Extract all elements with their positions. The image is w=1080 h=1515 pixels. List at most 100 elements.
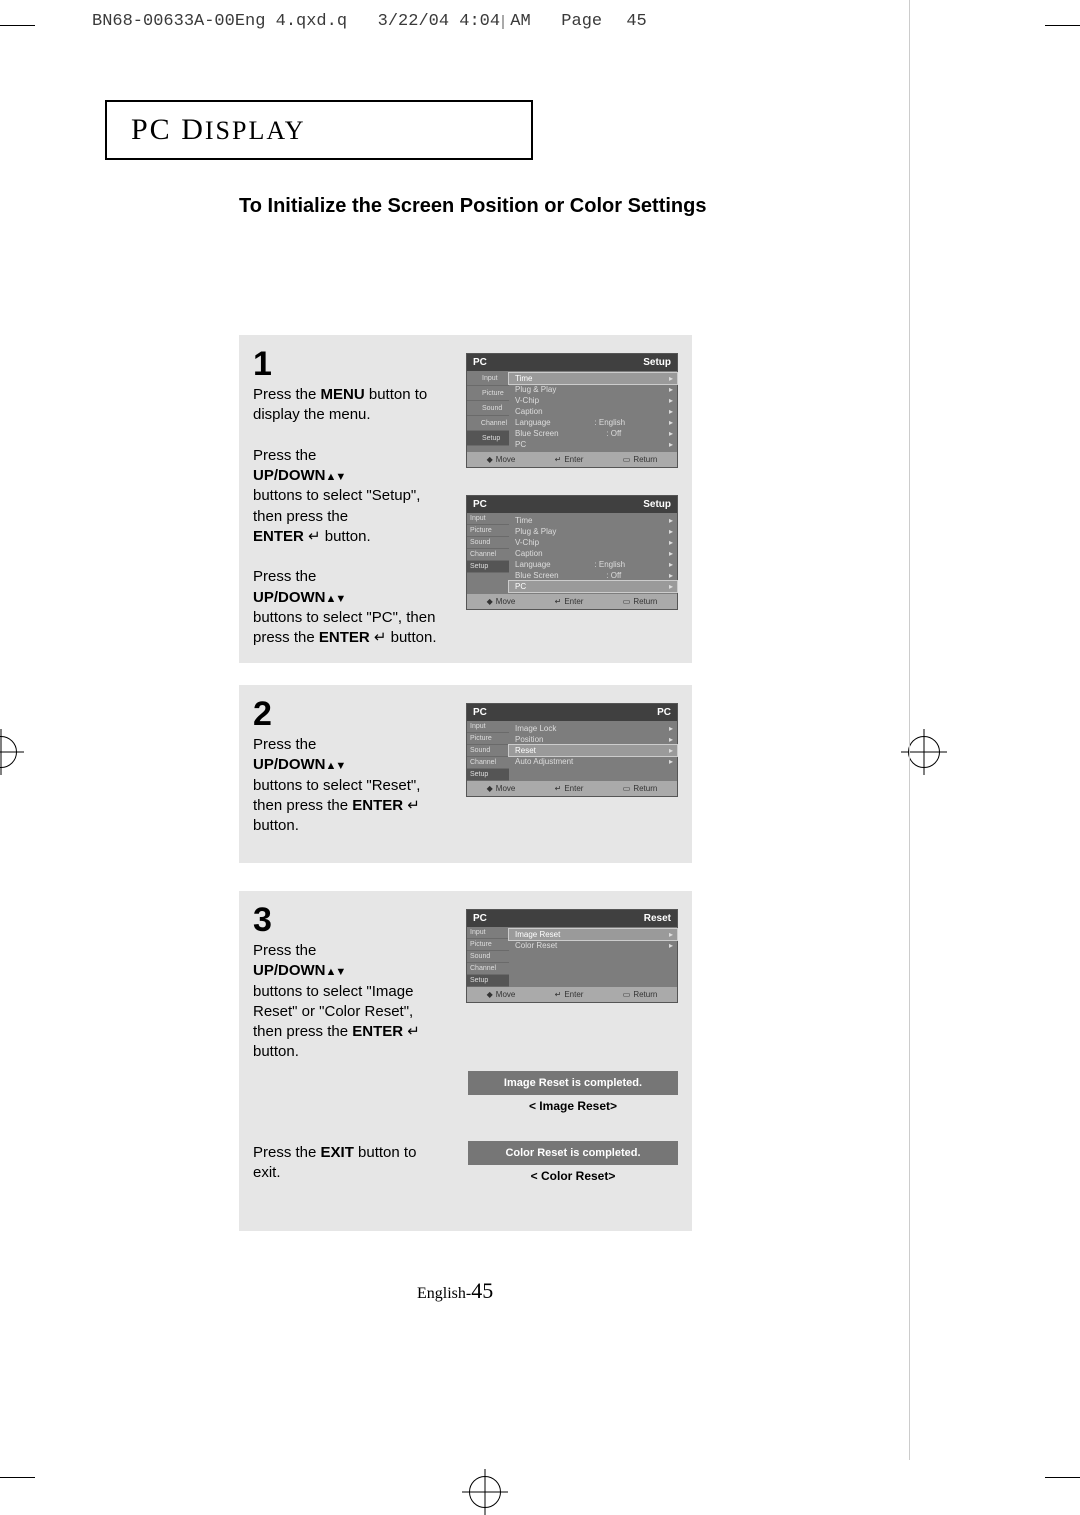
section-title-box: PC DISPLAY	[105, 100, 533, 160]
move-icon: ◆	[487, 455, 493, 464]
enter-icon: ↵	[403, 1023, 420, 1040]
chevron-right-icon: ▸	[669, 429, 673, 438]
text: Press the	[253, 386, 321, 403]
enter-icon: ↵	[555, 597, 562, 606]
registration-mark-icon	[0, 736, 17, 768]
osd-setup-screenshot: PC Setup Input Picture Sound Channel Set…	[466, 353, 678, 468]
return-icon: ▭	[623, 455, 631, 464]
osd-row: Language: English▸	[509, 417, 677, 428]
chevron-right-icon: ▸	[669, 407, 673, 416]
crop-mark	[1045, 1477, 1080, 1478]
osd-row: PC▸	[509, 439, 677, 450]
tab-label: Channel	[470, 759, 496, 766]
chevron-right-icon: ▸	[669, 724, 673, 733]
osd-list: Time▸ Plug & Play▸ V-Chip▸ Caption▸ Lang…	[509, 371, 677, 452]
footer-return: Return	[633, 990, 657, 999]
osd-tab-input: Input	[467, 513, 509, 525]
step-2-text: Press the UP/DOWN▲▼ buttons to select "R…	[253, 735, 443, 836]
osd-row-pc: PC▸	[509, 581, 677, 592]
image-reset-caption: < Image Reset>	[468, 1095, 678, 1121]
return-icon: ▭	[623, 990, 631, 999]
enter-icon: ↵	[304, 528, 325, 545]
osd-row: Caption▸	[509, 406, 677, 417]
osd-title-left: PC	[473, 913, 487, 924]
chevron-right-icon: ▸	[669, 582, 673, 591]
text: Press the	[253, 736, 316, 753]
osd-list: Time▸ Plug & Play▸ V-Chip▸ Caption▸ Lang…	[509, 513, 677, 594]
text: Press the	[253, 942, 316, 959]
enter-label: ENTER	[253, 528, 304, 545]
updown-label: UP/DOWN	[253, 962, 326, 979]
registration-mark-icon	[908, 736, 940, 768]
chevron-right-icon: ▸	[669, 440, 673, 449]
row-value: : English	[594, 418, 625, 427]
osd-footer: ◆Move ↵Enter ▭Return	[467, 452, 677, 467]
chevron-right-icon: ▸	[669, 527, 673, 536]
chevron-right-icon: ▸	[669, 571, 673, 580]
text: Press the	[253, 568, 316, 585]
menu-button-label: MENU	[321, 386, 365, 403]
chevron-right-icon: ▸	[669, 560, 673, 569]
footer-return: Return	[633, 597, 657, 606]
chevron-right-icon: ▸	[669, 746, 673, 755]
osd-list: Image Reset▸ Color Reset▸	[509, 927, 677, 987]
osd-row: Blue Screen: Off▸	[509, 570, 677, 581]
osd-tab-setup: Setup	[467, 975, 509, 987]
tab-label: Channel	[470, 965, 496, 972]
osd-row: Time▸	[509, 515, 677, 526]
row-label: Auto Adjustment	[515, 757, 573, 766]
updown-label: UP/DOWN	[253, 467, 326, 484]
chevron-right-icon: ▸	[669, 516, 673, 525]
osd-tab-column: Input Picture Sound Channel Setup	[467, 371, 509, 452]
hairline-tick-icon	[496, 15, 510, 29]
chevron-right-icon: ▸	[669, 941, 673, 950]
footer-return: Return	[633, 784, 657, 793]
footer-enter: Enter	[564, 784, 583, 793]
osd-title-right: Reset	[644, 913, 671, 924]
osd-title-right: PC	[657, 707, 671, 718]
tab-label: Sound	[470, 953, 490, 960]
osd-tab-picture: Picture	[467, 939, 509, 951]
chevron-right-icon: ▸	[669, 396, 673, 405]
osd-row-reset: Reset▸	[509, 745, 677, 756]
row-label: Image Lock	[515, 724, 556, 733]
osd-footer: ◆Move ↵Enter ▭Return	[467, 781, 677, 796]
enter-label: ENTER	[352, 797, 403, 814]
tab-label: Picture	[482, 390, 504, 397]
osd-tab-input: Input	[467, 721, 509, 733]
footer-enter: Enter	[564, 597, 583, 606]
crop-mark	[1045, 25, 1080, 26]
tab-label: Setup	[470, 771, 488, 778]
tab-label: Picture	[470, 735, 492, 742]
tab-label: Input	[470, 515, 486, 522]
page-footer-number: 45	[471, 1278, 493, 1303]
enter-icon: ↵	[555, 455, 562, 464]
source-file-header: BN68-00633A-00Eng 4.qxd.q 3/22/04 4:04 A…	[92, 12, 647, 31]
enter-icon: ↵	[370, 629, 391, 646]
osd-row: Caption▸	[509, 548, 677, 559]
step-2-block: 2 Press the UP/DOWN▲▼ buttons to select …	[239, 685, 692, 863]
footer-move: Move	[496, 990, 516, 999]
osd-row: Language: English▸	[509, 559, 677, 570]
osd-tab-setup: Setup	[467, 769, 509, 781]
osd-pc-menu-screenshot: PC PC Input Picture Sound Channel Setup …	[466, 703, 678, 797]
color-reset-caption: < Color Reset>	[468, 1165, 678, 1191]
osd-tab-picture: Picture	[467, 386, 509, 401]
osd-tab-input: Input	[467, 927, 509, 939]
enter-label: ENTER	[352, 1023, 403, 1040]
osd-setup-pc-screenshot: PC Setup Input Picture Sound Channel Set…	[466, 495, 678, 610]
osd-row: V-Chip▸	[509, 537, 677, 548]
osd-row-image-reset: Image Reset▸	[509, 929, 677, 940]
setup-icon	[470, 433, 480, 443]
chevron-right-icon: ▸	[669, 735, 673, 744]
page-number-footer: English-45	[417, 1278, 493, 1304]
row-label: V-Chip	[515, 538, 539, 547]
crop-mark	[0, 1477, 35, 1478]
osd-row	[509, 962, 677, 973]
color-reset-message: Color Reset is completed.	[468, 1141, 678, 1165]
page-title: To Initialize the Screen Position or Col…	[239, 195, 839, 218]
tab-label: Input	[470, 723, 486, 730]
enter-icon: ↵	[555, 990, 562, 999]
osd-row-time: Time▸	[509, 373, 677, 384]
osd-tab-picture: Picture	[467, 733, 509, 745]
